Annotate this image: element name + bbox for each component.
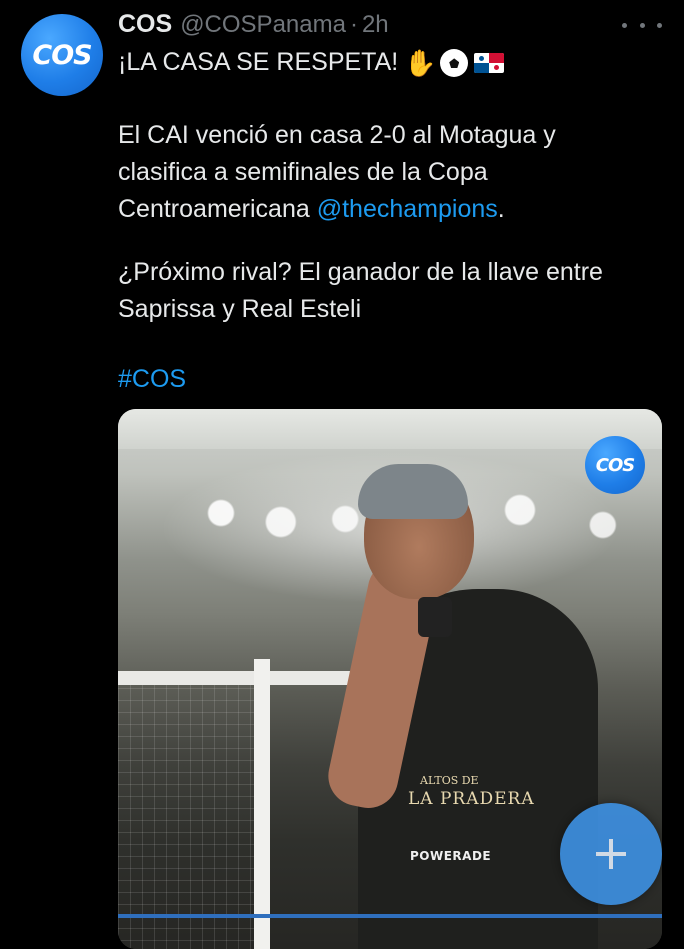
media-watermark-logo: COS	[585, 436, 645, 494]
paragraph-line: Saprissa y Real Esteli	[118, 295, 362, 323]
mention-link[interactable]: @thechampions	[317, 195, 498, 223]
paragraph-line: ¿Próximo rival? El ganador de la llave e…	[118, 258, 603, 286]
jersey-sponsor: LA PRADERA	[408, 789, 535, 809]
tweet-hashtags: #COS	[118, 361, 658, 398]
soccer-ball-icon	[440, 49, 469, 78]
jersey-powerade: POWERADE	[410, 849, 492, 863]
more-dot	[622, 22, 627, 28]
tweet-headline: ¡LA CASA SE RESPETA! ✋	[118, 44, 658, 81]
tweet[interactable]: COS COS @COSPanama · 2h ¡LA CASA SE RESP…	[0, 0, 684, 949]
more-dot	[639, 22, 645, 28]
goal-crossbar	[118, 671, 358, 685]
display-name[interactable]: COS	[118, 10, 172, 39]
headline-text: ¡LA CASA SE RESPETA!	[118, 48, 399, 76]
paragraph-line: Centroamericana @thechampions.	[118, 191, 658, 228]
watermark-text: COS	[595, 454, 635, 476]
tweet-paragraph-1: El CAI venció en casa 2-0 al Motagua y c…	[118, 117, 658, 228]
paragraph-end: .	[497, 195, 505, 223]
waving-hand-icon: ✋	[404, 48, 437, 79]
stadium-roof	[118, 409, 662, 449]
avatar[interactable]: COS	[21, 14, 103, 96]
paragraph-text: Centroamericana	[118, 195, 317, 223]
tweet-paragraph-2: ¿Próximo rival? El ganador de la llave e…	[118, 254, 658, 328]
player-wristband	[418, 597, 452, 637]
more-dot	[657, 22, 662, 28]
timestamp[interactable]: 2h	[362, 11, 389, 39]
tweet-header: COS @COSPanama · 2h	[118, 10, 389, 44]
compose-tweet-button[interactable]	[560, 803, 662, 905]
avatar-logo-text: COS	[32, 39, 92, 71]
paragraph-line: clasifica a semifinales de la Copa	[118, 158, 488, 186]
player-hair	[358, 464, 468, 519]
paragraph-line: El CAI venció en casa 2-0 al Motagua y	[118, 121, 556, 149]
jersey-sponsor-small: ALTOS DE	[420, 774, 479, 787]
separator-dot: ·	[349, 11, 358, 38]
hashtag-link[interactable]: #COS	[118, 361, 658, 398]
media-bottom-edge	[118, 914, 662, 918]
user-handle[interactable]: @COSPanama	[180, 11, 346, 39]
goal-net	[118, 685, 254, 949]
more-horizontal-icon[interactable]	[622, 14, 662, 36]
panama-flag-icon	[474, 53, 505, 74]
goal-post	[254, 659, 270, 949]
plus-icon	[596, 839, 626, 869]
